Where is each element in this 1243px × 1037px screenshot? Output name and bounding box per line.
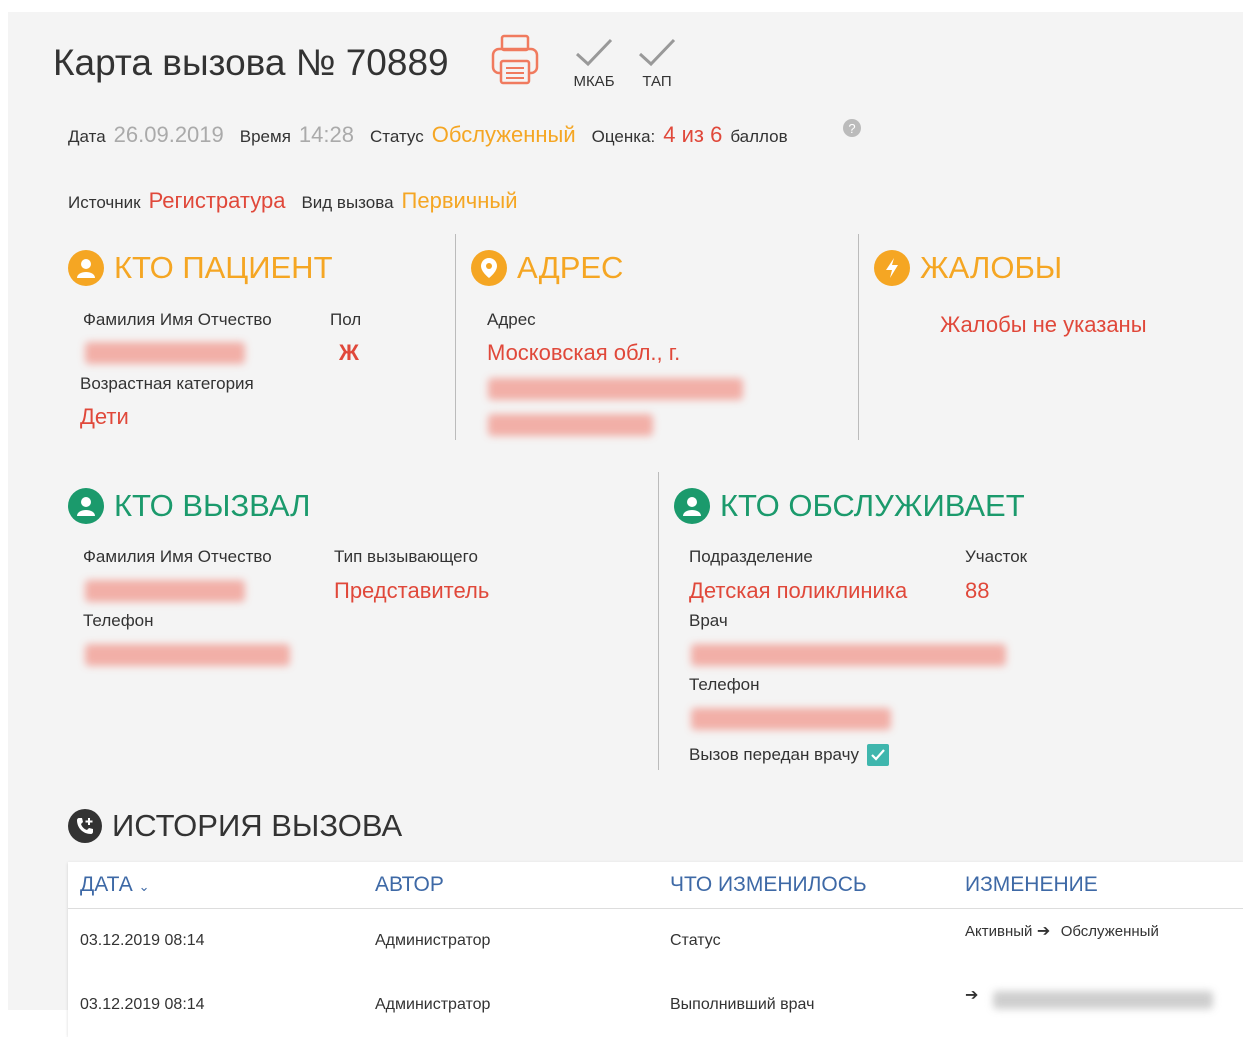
patient-title: КТО ПАЦИЕНТ bbox=[114, 250, 333, 285]
arrow-right-icon: ➔ bbox=[965, 987, 979, 1004]
change-to: Обслуженный bbox=[1060, 923, 1159, 940]
address-line3-blurred bbox=[488, 414, 653, 436]
phone-plus-icon bbox=[68, 809, 102, 843]
rating-label: Оценка: bbox=[591, 127, 656, 146]
user-icon bbox=[68, 250, 104, 286]
cell-what: Статус bbox=[670, 932, 721, 949]
date-label: Дата bbox=[68, 127, 106, 146]
passed-checkbox[interactable] bbox=[866, 744, 889, 766]
check-icon bbox=[568, 36, 620, 73]
cell-what: Выполнивший врач bbox=[670, 996, 815, 1013]
change-to-blurred bbox=[993, 991, 1213, 1009]
cell-change: Активный ➔ Обслуженный bbox=[953, 909, 1243, 974]
doctor-label: Врач bbox=[689, 611, 728, 630]
cell-date: 03.12.2019 08:14 bbox=[80, 996, 205, 1013]
patient-age-value: Дети bbox=[80, 404, 129, 429]
call-type-label: Вид вызова bbox=[301, 193, 394, 212]
user-icon bbox=[674, 488, 710, 524]
address-label: Адрес bbox=[487, 310, 536, 329]
complaints-value: Жалобы не указаны bbox=[940, 312, 1147, 337]
history-section-title: ИСТОРИЯ ВЫЗОВА bbox=[68, 808, 402, 844]
tap-check[interactable]: ТАП bbox=[634, 36, 680, 90]
location-pin-icon bbox=[471, 250, 507, 286]
table-row: 03.12.2019 08:14 Администратор Статус Ак… bbox=[68, 909, 1243, 974]
help-icon[interactable]: ? bbox=[842, 118, 862, 143]
status-value: Обслуженный bbox=[431, 122, 576, 147]
patient-sex-label: Пол bbox=[330, 310, 362, 329]
address-value: Московская обл., г. bbox=[487, 340, 681, 365]
cell-author: Администратор bbox=[375, 932, 491, 949]
mkab-check[interactable]: МКАБ bbox=[568, 36, 620, 90]
complaints-title: ЖАЛОБЫ bbox=[920, 250, 1063, 285]
district-label: Участок bbox=[965, 547, 1028, 566]
patient-sex-value: Ж bbox=[339, 340, 359, 365]
caller-phone-value-blurred bbox=[85, 644, 290, 666]
patient-fio-value-blurred bbox=[85, 342, 245, 364]
caller-fio-value-blurred bbox=[85, 580, 245, 602]
source-value: Регистратура bbox=[148, 188, 286, 213]
user-icon bbox=[68, 488, 104, 524]
caller-section-title: КТО ВЫЗВАЛ bbox=[68, 488, 311, 524]
change-from: Активный bbox=[965, 923, 1033, 940]
division-value: Детская поликлиника bbox=[689, 578, 908, 603]
division-label: Подразделение bbox=[689, 547, 813, 566]
call-type-value: Первичный bbox=[401, 188, 518, 213]
divider bbox=[455, 234, 456, 440]
svg-text:?: ? bbox=[848, 121, 855, 136]
page-title: Карта вызова № 70889 bbox=[53, 42, 449, 83]
time-value: 14:28 bbox=[298, 122, 354, 147]
service-phone-value-blurred bbox=[691, 708, 891, 730]
rating-value: 4 из 6 bbox=[663, 122, 723, 147]
service-title: КТО ОБСЛУЖИВАЕТ bbox=[720, 488, 1025, 523]
caller-title: КТО ВЫЗВАЛ bbox=[114, 488, 311, 523]
tap-label: ТАП bbox=[642, 73, 672, 90]
doctor-value-blurred bbox=[691, 644, 1006, 666]
divider bbox=[658, 472, 659, 770]
address-line2-blurred bbox=[488, 378, 743, 400]
sort-chevron-icon[interactable]: ⌄ bbox=[139, 879, 150, 894]
district-value: 88 bbox=[965, 578, 990, 603]
patient-age-label: Возрастная категория bbox=[80, 374, 254, 393]
cell-date: 03.12.2019 08:14 bbox=[80, 932, 205, 949]
service-section-title: КТО ОБСЛУЖИВАЕТ bbox=[674, 488, 1025, 524]
caller-fio-label: Фамилия Имя Отчество bbox=[83, 547, 272, 566]
lightning-icon bbox=[874, 250, 910, 286]
info-row-2: Источник Регистратура Вид вызова Первичн… bbox=[68, 188, 518, 214]
rating-unit: баллов bbox=[730, 127, 788, 146]
cell-author: Администратор bbox=[375, 996, 491, 1013]
passed-to-doctor: Вызов передан врачу bbox=[689, 744, 889, 766]
address-title: АДРЕС bbox=[517, 250, 624, 285]
caller-type-value: Представитель bbox=[334, 578, 490, 603]
column-header-author[interactable]: АВТОР bbox=[363, 862, 658, 909]
time-label: Время bbox=[239, 127, 291, 146]
history-table: ДАТА ⌄ АВТОР ЧТО ИЗМЕНИЛОСЬ ИЗМЕНЕНИЕ 03… bbox=[68, 862, 1243, 1037]
table-row: 03.12.2019 08:14 Администратор Выполнивш… bbox=[68, 973, 1243, 1037]
caller-phone-label: Телефон bbox=[83, 611, 154, 630]
caller-type-label: Тип вызывающего bbox=[334, 547, 478, 566]
status-label: Статус bbox=[369, 127, 424, 146]
date-value: 26.09.2019 bbox=[113, 122, 224, 147]
arrow-right-icon: ➔ bbox=[1036, 923, 1051, 940]
patient-section-title: КТО ПАЦИЕНТ bbox=[68, 250, 333, 286]
source-label: Источник bbox=[68, 193, 141, 212]
info-row: Дата 26.09.2019 Время 14:28 Статус Обслу… bbox=[68, 122, 788, 148]
check-icon bbox=[634, 36, 680, 73]
complaints-section-title: ЖАЛОБЫ bbox=[874, 250, 1062, 286]
service-phone-label: Телефон bbox=[689, 675, 760, 694]
passed-label: Вызов передан врачу bbox=[689, 745, 859, 764]
table-header-row: ДАТА ⌄ АВТОР ЧТО ИЗМЕНИЛОСЬ ИЗМЕНЕНИЕ bbox=[68, 862, 1243, 909]
address-section-title: АДРЕС bbox=[471, 250, 623, 286]
column-header-change[interactable]: ИЗМЕНЕНИЕ bbox=[953, 862, 1243, 909]
cell-change: ➔ bbox=[953, 973, 1243, 1037]
divider bbox=[858, 234, 859, 440]
history-title: ИСТОРИЯ ВЫЗОВА bbox=[112, 808, 403, 843]
column-header-date[interactable]: ДАТА ⌄ bbox=[68, 862, 363, 909]
patient-fio-label: Фамилия Имя Отчество bbox=[83, 310, 272, 329]
printer-icon[interactable] bbox=[490, 34, 540, 91]
column-header-what[interactable]: ЧТО ИЗМЕНИЛОСЬ bbox=[658, 862, 953, 909]
mkab-label: МКАБ bbox=[573, 73, 615, 90]
call-card-page: Карта вызова № 70889 МКАБ ТАП Дата 26.09… bbox=[8, 12, 1243, 1037]
